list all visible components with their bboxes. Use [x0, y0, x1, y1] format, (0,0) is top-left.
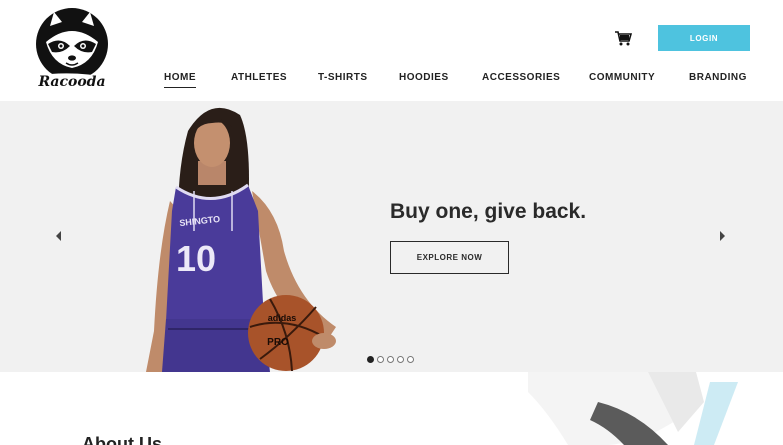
about-title: About Us: [82, 434, 162, 445]
nav-item-community[interactable]: COMMUNITY: [589, 72, 655, 87]
slider-dot-1[interactable]: [367, 356, 374, 363]
slider-pagination: [367, 356, 414, 363]
explore-now-button[interactable]: EXPLORE NOW: [390, 241, 509, 274]
about-section: About Us: [0, 372, 783, 445]
hero-slider: SHINGTO 10 adidas PRO Buy one, give back…: [0, 101, 783, 372]
jersey-number: 10: [176, 238, 216, 279]
slider-dot-2[interactable]: [377, 356, 384, 363]
hero-athlete-image: SHINGTO 10 adidas PRO: [146, 107, 336, 372]
login-button[interactable]: LOGIN: [658, 25, 750, 51]
slider-dot-3[interactable]: [387, 356, 394, 363]
about-image: [528, 372, 783, 445]
nav-item-t-shirts[interactable]: T-SHIRTS: [318, 72, 368, 87]
main-nav: HOME ATHLETES T-SHIRTS HOODIES ACCESSORI…: [0, 72, 783, 92]
nav-item-branding[interactable]: BRANDING: [689, 72, 747, 87]
chevron-left-icon[interactable]: [52, 229, 66, 243]
slider-dot-4[interactable]: [397, 356, 404, 363]
slider-dot-5[interactable]: [407, 356, 414, 363]
site-header: Racooda LOGIN HOME ATHLETES T-SHIRTS HOO…: [0, 0, 783, 101]
nav-item-hoodies[interactable]: HOODIES: [399, 72, 449, 87]
ball-model: PRO: [267, 337, 289, 348]
ball-brand: adidas: [268, 313, 297, 323]
cart-icon[interactable]: [614, 31, 632, 46]
hero-headline: Buy one, give back.: [390, 200, 587, 223]
chevron-right-icon[interactable]: [715, 229, 729, 243]
nav-item-accessories[interactable]: ACCESSORIES: [482, 72, 560, 87]
nav-item-athletes[interactable]: ATHLETES: [231, 72, 287, 87]
nav-item-home[interactable]: HOME: [164, 72, 196, 88]
